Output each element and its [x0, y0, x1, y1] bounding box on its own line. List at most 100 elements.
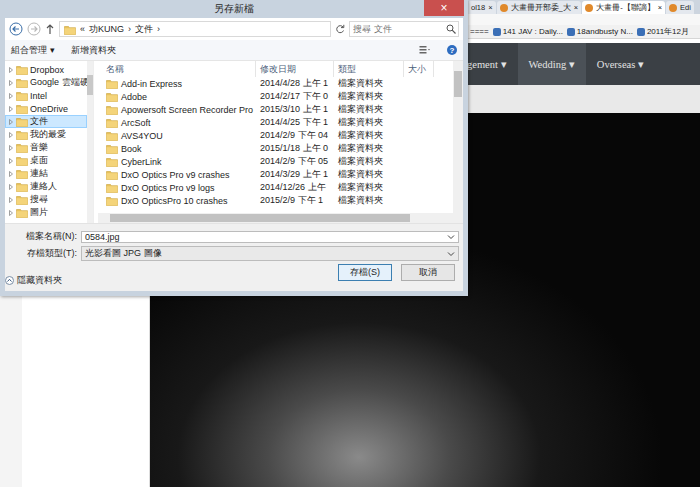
folder-icon — [16, 142, 28, 153]
file-name: DxO Optics Pro v9 logs — [121, 183, 215, 193]
column-title[interactable]: 大小 — [404, 61, 434, 77]
tab-close[interactable]: × — [658, 3, 662, 12]
browser-tab[interactable]: 大畫冊开部委_大× — [497, 1, 582, 14]
splitter[interactable] — [93, 61, 98, 223]
tab-close[interactable]: × — [574, 3, 578, 12]
folder-icon — [64, 24, 76, 35]
file-type: 檔案資料夾 — [334, 181, 404, 194]
search-input[interactable] — [350, 24, 446, 34]
folder-icon — [16, 168, 28, 179]
breadcrumb-prefix[interactable]: « — [80, 24, 85, 34]
folder-icon — [106, 104, 118, 115]
file-row[interactable]: DxO Optics Pro v9 crashes2014/3/29 上午 1檔… — [98, 168, 453, 181]
expand-arrow-icon — [8, 196, 14, 204]
tree-item[interactable]: Google 雲端硬碟 — [5, 76, 87, 89]
tree-item[interactable]: OneDrive — [5, 102, 87, 115]
view-icon[interactable] — [419, 45, 431, 55]
horizontal-scrollbar[interactable] — [98, 213, 463, 223]
forward-icon[interactable] — [27, 22, 41, 36]
search-box[interactable] — [349, 21, 459, 37]
tree-item[interactable]: 圖片 — [5, 206, 87, 219]
tree-item[interactable]: 連絡人 — [5, 180, 87, 193]
file-date: 2015/2/9 下午 1 — [256, 194, 334, 207]
file-type: 檔案資料夾 — [334, 168, 404, 181]
up-arrow-icon[interactable] — [45, 23, 55, 35]
filename-field[interactable]: 0584.jpg — [81, 231, 459, 243]
nav-item[interactable]: Overseas ▾ — [586, 43, 655, 85]
file-row[interactable]: Add-in Express2014/4/28 上午 1檔案資料夾 — [98, 77, 453, 90]
toolbar-button[interactable]: 新增資料夾 — [71, 44, 116, 57]
tab-label: 大畫冊-【聯謫】 — [596, 3, 655, 13]
file-name: Add-in Express — [121, 79, 182, 89]
column-title[interactable]: 類型 — [334, 61, 404, 77]
file-type: 檔案資料夾 — [334, 116, 404, 129]
cancel-button[interactable]: 取消 — [401, 264, 455, 281]
save-button[interactable]: 存檔(S) — [338, 264, 392, 281]
scroll-thumb[interactable] — [110, 214, 410, 222]
dialog-body: « 功KUNG › 文件 › 組合管理 ▾ 新增資料夾? DropboxGoogle 雲端硬碟… — [5, 18, 463, 291]
tree-item[interactable]: 文件 — [5, 115, 87, 128]
tree-item[interactable]: Intel — [5, 89, 87, 102]
vertical-scrollbar[interactable] — [453, 61, 463, 213]
file-row[interactable]: AVS4YOU2014/2/9 下午 04檔案資料夾 — [98, 129, 453, 142]
tab-close[interactable]: × — [488, 3, 492, 12]
tree-label: Dropbox — [30, 65, 64, 75]
dropdown-icon — [447, 251, 455, 257]
scroll-thumb[interactable] — [454, 71, 462, 97]
tree-item[interactable]: 桌面 — [5, 154, 87, 167]
favicon-icon — [585, 4, 593, 12]
expand-arrow-icon — [8, 144, 14, 152]
bookmark[interactable]: 2011年12月 — [637, 26, 689, 37]
browser-tab[interactable]: 大畫冊-【聯謫】× — [582, 1, 665, 14]
breadcrumb-part[interactable]: 文件 — [135, 23, 153, 36]
back-icon[interactable] — [9, 22, 23, 36]
column-title[interactable]: 名稱 — [98, 61, 256, 77]
breadcrumb-part[interactable]: 功KUNG — [89, 23, 124, 36]
toolbar-button[interactable]: 組合管理 ▾ — [11, 44, 55, 57]
file-row[interactable]: Book2015/1/18 上午 0檔案資料夾 — [98, 142, 453, 155]
hide-folders-toggle[interactable]: 隱藏資料夾 — [5, 274, 62, 287]
filetype-value: 光影看圖 JPG 圖像 — [85, 247, 162, 260]
browser-tab[interactable]: Edi — [666, 1, 694, 14]
file-row[interactable]: ArcSoft2014/4/25 下午 1檔案資料夾 — [98, 116, 453, 129]
file-row[interactable]: Adobe2014/2/17 下午 0檔案資料夾 — [98, 90, 453, 103]
bookmark-label: 2011年12月 — [647, 26, 689, 37]
file-type: 檔案資料夾 — [334, 142, 404, 155]
breadcrumb-separator[interactable]: › — [157, 24, 160, 34]
file-name: Book — [121, 144, 142, 154]
bookmark[interactable]: 141 JAV : Daily... — [493, 27, 563, 36]
folder-icon — [16, 129, 28, 140]
tree-item[interactable]: 連結 — [5, 167, 87, 180]
file-row[interactable]: DxO Optics Pro v9 logs 2014/12/26 上午檔案資料夾 — [98, 181, 453, 194]
column-title[interactable]: 修改日期 — [256, 61, 334, 77]
collapse-icon — [5, 276, 14, 285]
tree-label: 搜尋 — [30, 193, 48, 206]
folder-icon — [106, 130, 118, 141]
bookmark-icon — [493, 28, 501, 36]
nav-item[interactable]: Wedding ▾ — [518, 43, 586, 85]
tree-item[interactable]: 搜尋 — [5, 193, 87, 206]
tree-item[interactable]: 我的最愛 — [5, 128, 87, 141]
tab-label: 大畫冊开部委_大 — [511, 3, 571, 13]
folder-icon — [16, 181, 28, 192]
folder-icon — [16, 77, 28, 88]
filename-label: 檔案名稱(N): — [9, 230, 77, 243]
browser-tab[interactable]: ol18× — [468, 1, 496, 14]
file-row[interactable]: Apowersoft Screen Recorder Pro2015/3/10 … — [98, 103, 453, 116]
filetype-field[interactable]: 光影看圖 JPG 圖像 — [81, 246, 459, 261]
breadcrumb[interactable]: « 功KUNG › 文件 › — [59, 21, 331, 37]
bookmark[interactable]: 18andbusty N... — [567, 27, 633, 36]
file-name: Apowersoft Screen Recorder Pro — [121, 105, 253, 115]
tree-item[interactable]: 音樂 — [5, 141, 87, 154]
file-row[interactable]: DxO OpticsPro 10 crashes2015/2/9 下午 1檔案資… — [98, 194, 453, 207]
help-button[interactable]: ? — [447, 45, 457, 55]
tree-label: 文件 — [30, 115, 48, 128]
file-name: Adobe — [121, 92, 147, 102]
bookmark[interactable]: ==== — [470, 27, 489, 36]
refresh-icon[interactable] — [335, 24, 345, 34]
breadcrumb-separator[interactable]: › — [128, 24, 131, 34]
file-date: 2014/12/26 上午 — [256, 181, 334, 194]
tree-item[interactable]: Dropbox — [5, 63, 87, 76]
file-row[interactable]: CyberLink2014/2/9 下午 05檔案資料夾 — [98, 155, 453, 168]
close-button[interactable]: × — [424, 0, 464, 16]
